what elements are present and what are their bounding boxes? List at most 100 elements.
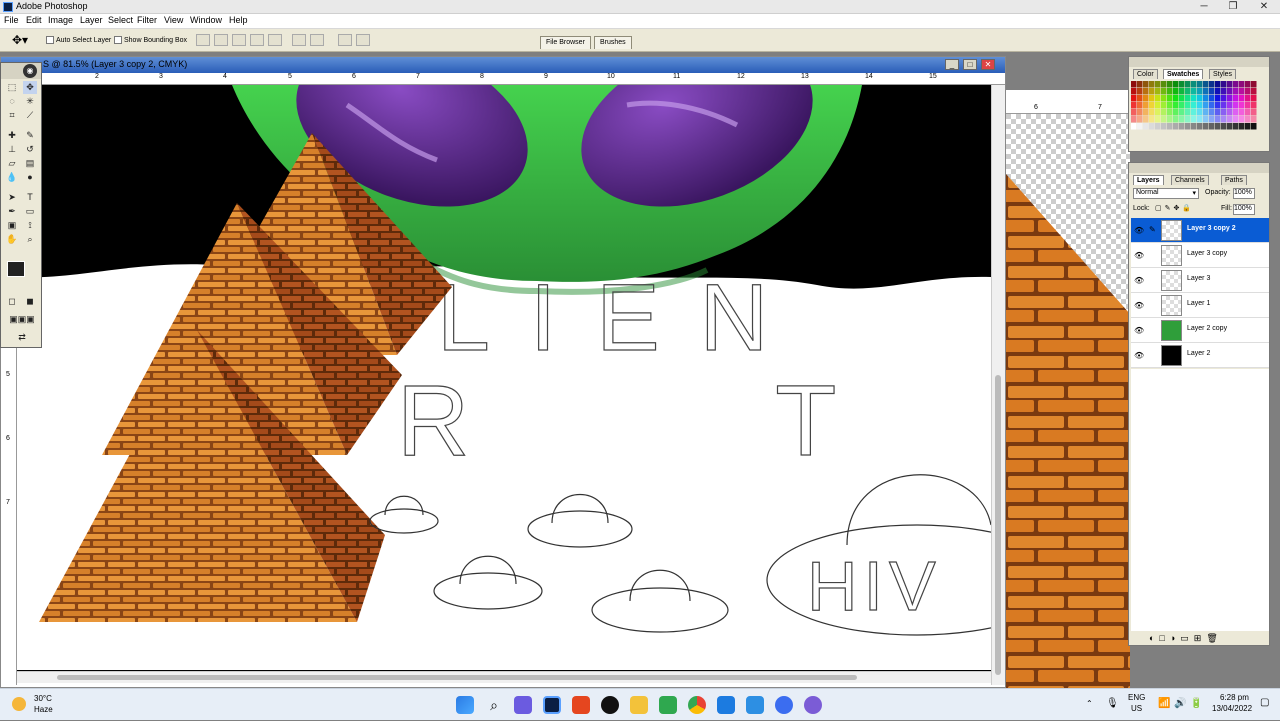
opacity-input[interactable]: 100% — [1233, 188, 1255, 199]
swatch-cell[interactable] — [1161, 116, 1167, 123]
align-right-button[interactable] — [268, 34, 282, 46]
swatch-cell[interactable] — [1155, 81, 1161, 88]
photoshop-eye-icon[interactable]: ◉ — [23, 64, 37, 78]
swatch-cell[interactable] — [1233, 109, 1239, 116]
doc-close-button[interactable]: ✕ — [981, 59, 995, 70]
swatch-cell[interactable] — [1239, 116, 1245, 123]
layer-row[interactable]: 👁 Layer 1 — [1131, 293, 1269, 318]
swatch-cell[interactable] — [1185, 102, 1191, 109]
path-selection-tool-icon[interactable]: ➤ — [5, 191, 19, 204]
swatch-cell[interactable] — [1251, 95, 1257, 102]
swatch-cell[interactable] — [1209, 88, 1215, 95]
swatch-cell[interactable] — [1167, 116, 1173, 123]
distribute-top-button[interactable] — [292, 34, 306, 46]
swatch-cell[interactable] — [1143, 88, 1149, 95]
clone-stamp-tool-icon[interactable]: ⊥ — [5, 143, 19, 156]
swatch-cell[interactable] — [1251, 116, 1257, 123]
blur-tool-icon[interactable]: 💧 — [5, 171, 19, 184]
menu-view[interactable]: View — [164, 15, 183, 25]
doc-maximize-button[interactable]: □ — [963, 59, 977, 70]
layer-row[interactable]: 👁 Layer 3 — [1131, 268, 1269, 293]
swatch-cell[interactable] — [1233, 88, 1239, 95]
swatch-cell[interactable] — [1131, 109, 1137, 116]
swatch-cell[interactable] — [1179, 102, 1185, 109]
swatch-cell[interactable] — [1149, 116, 1155, 123]
swatch-cell[interactable] — [1185, 109, 1191, 116]
swatch-cell[interactable] — [1131, 116, 1137, 123]
swatch-cell[interactable] — [1245, 95, 1251, 102]
layer-name[interactable]: Layer 3 copy — [1187, 250, 1227, 257]
photoshop-taskbar-icon[interactable] — [543, 696, 561, 714]
swatch-cell[interactable] — [1161, 88, 1167, 95]
swatch-cell[interactable] — [1209, 81, 1215, 88]
swatch-cell[interactable] — [1215, 116, 1221, 123]
swatch-cell[interactable] — [1191, 95, 1197, 102]
swatch-cell[interactable] — [1143, 102, 1149, 109]
swatch-cell[interactable] — [1179, 123, 1185, 130]
distribute-center-button[interactable] — [310, 34, 324, 46]
swatch-cell[interactable] — [1173, 109, 1179, 116]
pen-tool-icon[interactable]: ✒ — [5, 205, 19, 218]
swatch-cell[interactable] — [1155, 102, 1161, 109]
show-bounding-box-checkbox[interactable]: Show Bounding Box — [114, 36, 187, 44]
swatch-cell[interactable] — [1245, 88, 1251, 95]
swatch-cell[interactable] — [1203, 81, 1209, 88]
bitwarden-icon[interactable] — [775, 696, 793, 714]
shape-tool-icon[interactable]: ▭ — [23, 205, 37, 218]
maximize-button[interactable]: ❐ — [1219, 0, 1247, 14]
layer-name[interactable]: Layer 3 — [1187, 275, 1210, 282]
swatch-cell[interactable] — [1239, 109, 1245, 116]
fill-input[interactable]: 100% — [1233, 204, 1255, 215]
swatch-cell[interactable] — [1179, 109, 1185, 116]
swatch-cell[interactable] — [1167, 88, 1173, 95]
second-document-canvas[interactable]: 6 7 — [1006, 90, 1130, 688]
swatch-cell[interactable] — [1131, 95, 1137, 102]
align-bottom-button[interactable] — [232, 34, 246, 46]
swatch-cell[interactable] — [1143, 123, 1149, 130]
swatch-cell[interactable] — [1209, 95, 1215, 102]
menu-help[interactable]: Help — [229, 15, 248, 25]
tab-styles[interactable]: Styles — [1209, 69, 1237, 79]
swatch-cell[interactable] — [1179, 116, 1185, 123]
swatch-cell[interactable] — [1173, 88, 1179, 95]
swatch-cell[interactable] — [1215, 81, 1221, 88]
battery-icon[interactable]: 🔋 — [1190, 698, 1202, 709]
vertical-scrollbar[interactable] — [991, 85, 1005, 685]
lock-options-icons[interactable]: ▢✎✥🔒 — [1155, 204, 1215, 214]
swatch-cell[interactable] — [1161, 109, 1167, 116]
lasso-tool-icon[interactable]: ◌ — [5, 95, 19, 108]
swatch-cell[interactable] — [1137, 88, 1143, 95]
quick-mask-mode-icon[interactable]: ◼ — [23, 295, 37, 308]
swatch-cell[interactable] — [1137, 123, 1143, 130]
menu-edit[interactable]: Edit — [26, 15, 42, 25]
dodge-tool-icon[interactable]: ● — [23, 171, 37, 184]
swatch-cell[interactable] — [1245, 102, 1251, 109]
crop-tool-icon[interactable]: ⌗ — [5, 109, 19, 122]
slice-tool-icon[interactable]: ⟋ — [23, 109, 37, 122]
swatch-cell[interactable] — [1161, 81, 1167, 88]
swatch-cell[interactable] — [1173, 102, 1179, 109]
menu-layer[interactable]: Layer — [80, 15, 103, 25]
language-bottom[interactable]: US — [1131, 704, 1142, 713]
swatch-cell[interactable] — [1185, 88, 1191, 95]
swatch-cell[interactable] — [1137, 81, 1143, 88]
swatch-cell[interactable] — [1251, 88, 1257, 95]
tab-channels[interactable]: Channels — [1171, 175, 1209, 185]
type-tool-icon[interactable]: T — [23, 191, 37, 204]
swatch-cell[interactable] — [1197, 81, 1203, 88]
palette-header[interactable] — [1129, 163, 1269, 173]
gradient-tool-icon[interactable]: ▤ — [23, 157, 37, 170]
eraser-tool-icon[interactable]: ▱ — [5, 157, 19, 170]
swatch-cell[interactable] — [1221, 81, 1227, 88]
swatch-cell[interactable] — [1221, 109, 1227, 116]
swatch-cell[interactable] — [1245, 109, 1251, 116]
swatch-cell[interactable] — [1203, 123, 1209, 130]
teams-chat-icon[interactable] — [514, 696, 532, 714]
swatch-cell[interactable] — [1173, 81, 1179, 88]
swatch-cell[interactable] — [1173, 95, 1179, 102]
swatch-cell[interactable] — [1137, 102, 1143, 109]
swatch-cell[interactable] — [1221, 123, 1227, 130]
swatch-cell[interactable] — [1239, 102, 1245, 109]
swatch-cell[interactable] — [1233, 102, 1239, 109]
weather-temp[interactable]: 30°C — [34, 694, 52, 703]
